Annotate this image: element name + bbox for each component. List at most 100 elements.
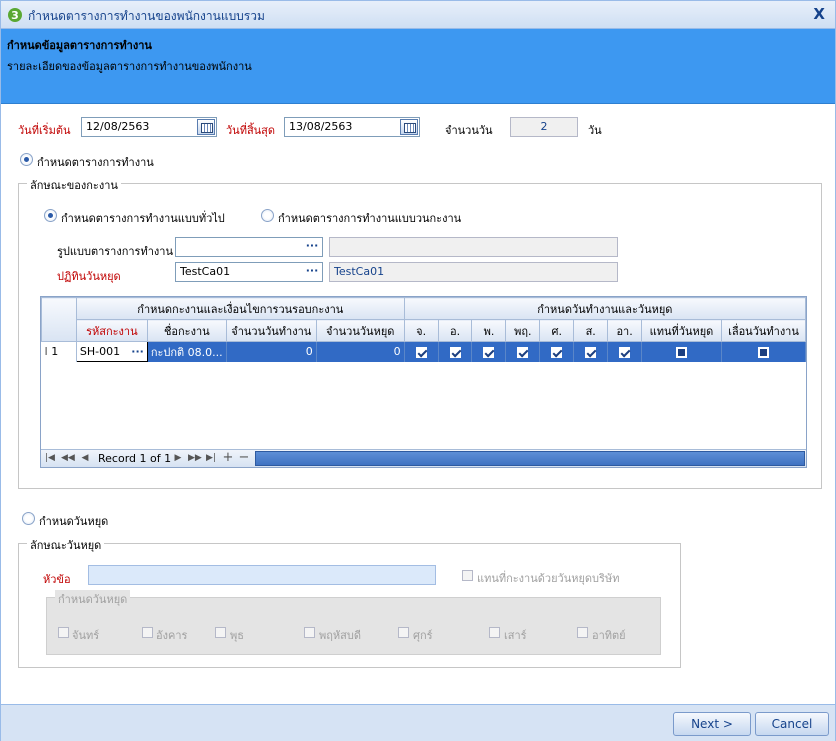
- checked-checkbox-icon[interactable]: [585, 346, 597, 358]
- column-header-mon[interactable]: จ.: [403, 319, 439, 342]
- schedule-radio[interactable]: [20, 153, 33, 166]
- column-header-work-days[interactable]: จำนวนวันทำงาน: [225, 319, 317, 342]
- work-days-cell[interactable]: 0: [226, 341, 317, 362]
- replace-holiday-checkbox-cell[interactable]: [641, 341, 722, 362]
- checked-checkbox-icon[interactable]: [449, 346, 461, 358]
- shift-group-label: ลักษณะของกะงาน: [27, 176, 121, 194]
- next-button[interactable]: Next >: [673, 712, 751, 736]
- tuesday-checkbox[interactable]: [142, 627, 153, 638]
- column-header-tue[interactable]: อ.: [437, 319, 473, 342]
- grid-navigator: |◀ ◀◀ ◀ Record 1 of 1 ▶ ▶▶ ▶| + −: [41, 449, 806, 467]
- row-indicator[interactable]: I 1: [41, 341, 77, 362]
- delete-record-icon[interactable]: −: [238, 451, 250, 464]
- checked-checkbox-icon[interactable]: [517, 346, 529, 358]
- general-schedule-radio[interactable]: [44, 209, 57, 222]
- end-date-field[interactable]: 13/08/2563: [284, 117, 420, 137]
- start-date-label: วันที่เริ่มต้น: [18, 124, 71, 137]
- column-header-shift-name[interactable]: ชื่อกะงาน: [146, 319, 227, 342]
- checked-checkbox-icon[interactable]: [551, 346, 563, 358]
- column-header-shift-code[interactable]: รหัสกะงาน: [75, 319, 148, 342]
- row-indicator-header: [41, 297, 77, 342]
- fri-checkbox-cell[interactable]: [539, 341, 575, 362]
- pattern-description-field: [329, 237, 618, 257]
- monday-checkbox[interactable]: [58, 627, 69, 638]
- shift-code-cell[interactable]: SH-001 ···: [75, 341, 148, 362]
- thu-checkbox-cell[interactable]: [505, 341, 541, 362]
- tue-checkbox-cell[interactable]: [438, 341, 473, 362]
- holiday-days-group-label: กำหนดวันหยุด: [55, 590, 131, 608]
- end-date-value: 13/08/2563: [289, 120, 353, 133]
- record-counter: Record 1 of 1: [98, 452, 172, 465]
- off-days-cell[interactable]: 0: [316, 341, 405, 362]
- friday-label: ศุกร์: [413, 629, 433, 642]
- calendar-icon[interactable]: [197, 119, 215, 135]
- days-unit-label: วัน: [588, 124, 602, 137]
- unchecked-checkbox-icon[interactable]: [676, 346, 687, 358]
- add-record-icon[interactable]: +: [222, 451, 234, 464]
- page-subtitle: รายละเอียดของข้อมูลตารางการทำงานของพนักง…: [7, 60, 252, 73]
- next-page-icon[interactable]: ▶▶: [188, 452, 202, 464]
- column-header-sun[interactable]: อา.: [607, 319, 643, 342]
- checked-checkbox-icon[interactable]: [483, 346, 495, 358]
- saturday-checkbox[interactable]: [489, 627, 500, 638]
- holiday-radio[interactable]: [22, 512, 35, 525]
- days-group-header: กำหนดวันทำงานและวันหยุด: [403, 297, 806, 320]
- saturday-label: เสาร์: [504, 629, 527, 642]
- last-page-icon[interactable]: ▶|: [205, 452, 217, 464]
- holiday-calendar-field[interactable]: TestCa01 ···: [175, 262, 323, 282]
- friday-checkbox[interactable]: [398, 627, 409, 638]
- shift-name-cell[interactable]: กะปกติ 08.0...: [147, 341, 227, 362]
- start-date-field[interactable]: 12/08/2563: [81, 117, 217, 137]
- unchecked-checkbox-icon[interactable]: [757, 346, 769, 358]
- checked-checkbox-icon[interactable]: [415, 346, 427, 358]
- topic-label: หัวข้อ: [43, 573, 71, 586]
- cancel-button[interactable]: Cancel: [755, 712, 829, 736]
- column-header-replace-holiday[interactable]: แทนที่วันหยุด: [641, 319, 722, 342]
- prev-page-icon[interactable]: ◀◀: [61, 452, 75, 464]
- column-header-shift-workday[interactable]: เลื่อนวันทำงาน: [720, 319, 806, 342]
- column-header-off-days[interactable]: จำนวนวันหยุด: [315, 319, 405, 342]
- start-date-value: 12/08/2563: [86, 120, 150, 133]
- rotating-schedule-radio[interactable]: [261, 209, 274, 222]
- column-header-sat[interactable]: ส.: [573, 319, 609, 342]
- window-title: กำหนดตารางการทำงานของพนักงานแบบรวม: [28, 9, 265, 23]
- wednesday-checkbox[interactable]: [215, 627, 226, 638]
- prev-record-icon[interactable]: ◀: [79, 452, 91, 464]
- lookup-ellipsis-icon[interactable]: ···: [131, 345, 144, 358]
- horizontal-scrollbar[interactable]: [255, 451, 805, 466]
- sun-checkbox-cell[interactable]: [607, 341, 643, 362]
- mon-checkbox-cell[interactable]: [404, 341, 439, 362]
- shift-grid: กำหนดกะงานและเงื่อนไขการวนรอบกะงาน กำหนด…: [40, 296, 807, 468]
- next-record-icon[interactable]: ▶: [172, 452, 184, 464]
- column-header-thu[interactable]: พฤ.: [505, 319, 541, 342]
- column-header-wed[interactable]: พ.: [471, 319, 507, 342]
- close-icon[interactable]: X: [813, 5, 825, 23]
- first-page-icon[interactable]: |◀: [44, 452, 56, 464]
- checked-checkbox-icon[interactable]: [619, 346, 631, 358]
- topic-field[interactable]: [88, 565, 436, 585]
- sunday-checkbox[interactable]: [577, 627, 588, 638]
- wednesday-label: พุธ: [230, 629, 244, 642]
- grid-group-header-row: กำหนดกะงานและเงื่อนไขการวนรอบกะงาน กำหนด…: [41, 297, 806, 342]
- table-row[interactable]: I 1 SH-001 ··· กะปกติ 08.0... 0 0: [41, 341, 806, 362]
- lookup-ellipsis-icon[interactable]: ···: [304, 263, 320, 281]
- dialog-window: 3 กำหนดตารางการทำงานของพนักงานแบบรวม X ก…: [0, 0, 836, 741]
- shift-workday-checkbox-cell[interactable]: [721, 341, 806, 362]
- title-bar: 3 กำหนดตารางการทำงานของพนักงานแบบรวม X: [1, 1, 835, 29]
- wed-checkbox-cell[interactable]: [471, 341, 507, 362]
- tuesday-label: อังคาร: [156, 629, 188, 642]
- pattern-label: รูปแบบตารางการทำงาน: [57, 245, 173, 258]
- schedule-radio-label: กำหนดตารางการทำงาน: [37, 156, 154, 169]
- thursday-checkbox[interactable]: [304, 627, 315, 638]
- end-date-label: วันที่สิ้นสุด: [226, 124, 276, 137]
- lookup-ellipsis-icon[interactable]: ···: [304, 238, 320, 256]
- days-count-value: 2: [540, 120, 548, 133]
- calendar-icon[interactable]: [400, 119, 418, 135]
- holiday-calendar-label: ปฏิทินวันหยุด: [57, 270, 121, 283]
- shift-table: กำหนดกะงานและเงื่อนไขการวนรอบกะงาน กำหนด…: [41, 297, 806, 362]
- sat-checkbox-cell[interactable]: [573, 341, 609, 362]
- pattern-field[interactable]: ···: [175, 237, 323, 257]
- replace-with-company-holiday-checkbox[interactable]: [462, 570, 473, 581]
- holiday-radio-label: กำหนดวันหยุด: [39, 515, 109, 528]
- column-header-fri[interactable]: ศ.: [539, 319, 575, 342]
